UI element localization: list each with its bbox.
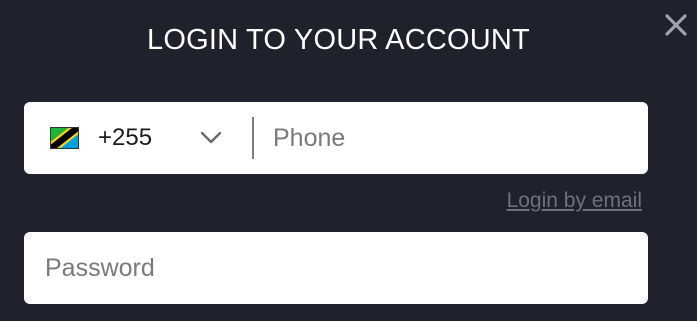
password-field (24, 232, 648, 304)
country-code-select[interactable]: +255 (24, 102, 234, 174)
tanzania-flag-icon (50, 127, 79, 149)
close-icon[interactable] (661, 10, 691, 40)
chevron-down-icon[interactable] (200, 131, 222, 145)
phone-input[interactable] (254, 102, 648, 174)
phone-field: +255 (24, 102, 648, 174)
login-by-email-link[interactable]: Login by email (507, 188, 642, 214)
login-modal: LOGIN TO YOUR ACCOUNT +255 Phone Login b… (0, 0, 697, 321)
password-input[interactable] (24, 232, 648, 304)
modal-title: LOGIN TO YOUR ACCOUNT (147, 24, 530, 56)
country-code-label: +255 (98, 124, 153, 151)
